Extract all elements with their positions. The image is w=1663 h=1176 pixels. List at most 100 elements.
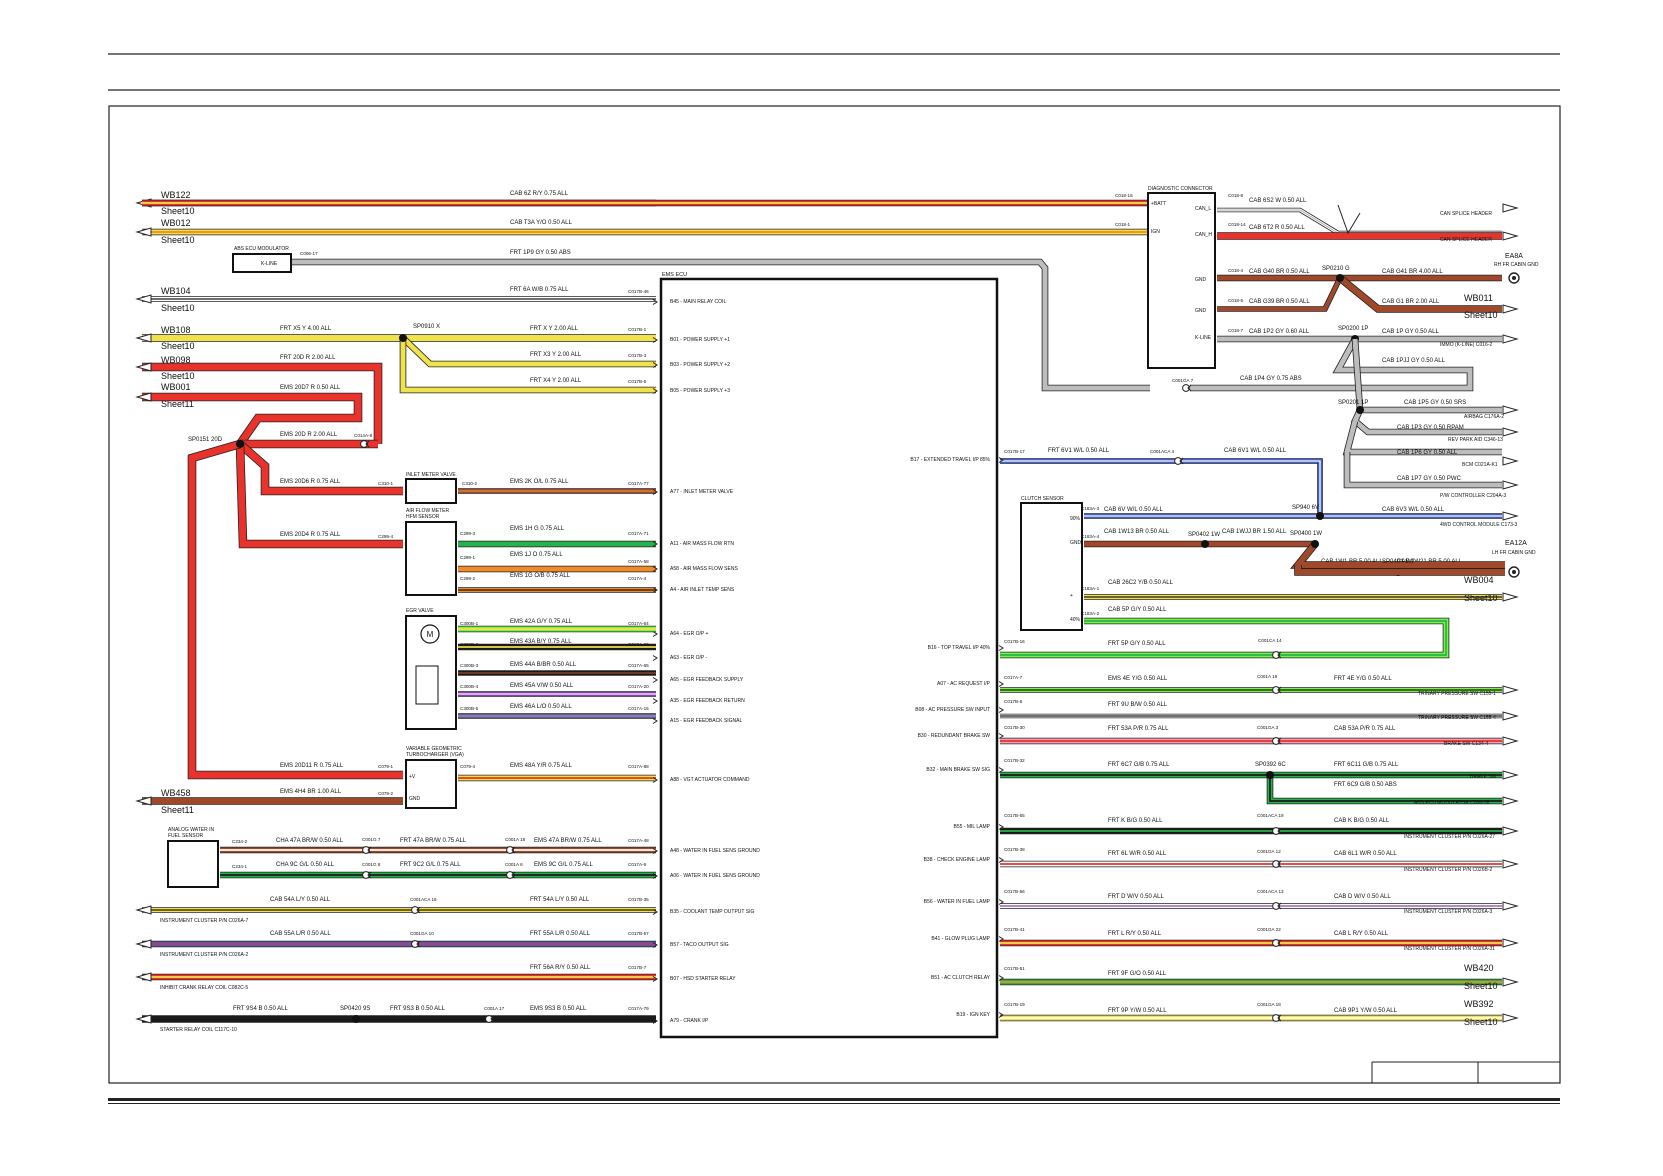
wire-label: FRT 53A P/R 0.75 ALL — [1108, 726, 1169, 732]
wire-6c9-stripe — [1269, 775, 1502, 802]
connector-label: C017B-56 — [1004, 889, 1025, 894]
pin-icon — [652, 655, 658, 661]
arrow-right-icon — [1502, 334, 1519, 344]
footer-rule — [108, 1098, 1560, 1101]
can-splice-glyph — [1337, 204, 1361, 235]
wire-label: FRT 9S3 B 0.50 ALL — [390, 1006, 445, 1012]
connector-label: C300B-5 — [460, 706, 479, 711]
ground-name: EA8A — [1505, 253, 1523, 260]
connector-label: C079-4 — [460, 764, 476, 769]
wire-label: FRT L R/Y 0.50 ALL — [1108, 931, 1162, 937]
arrow-right-icon — [1502, 796, 1519, 806]
pin-icon — [652, 299, 658, 305]
ecu-pin-left: A77 - INLET METER VALVE — [670, 489, 734, 495]
wire-label: FRT 47A BR/W 0.75 ALL — [400, 838, 467, 844]
wire-label: CAB D W/V 0.50 ALL — [1334, 894, 1391, 900]
connector-label: C001ACA 13 — [1257, 889, 1284, 894]
wire-label: CAB 6Z R/Y 0.75 ALL — [510, 191, 569, 197]
wire-x3 — [400, 335, 656, 368]
wire-label: FRT 9P Y/W 0.50 ALL — [1108, 1008, 1167, 1014]
connector-label: C017B-17 — [1004, 449, 1025, 454]
wire-label: FRT 20D R 2.00 ALL — [280, 355, 336, 361]
abs-title: ABS ECU MODULATOR — [234, 246, 289, 252]
left-ref-name: WB104 — [161, 286, 191, 296]
wire-label: EMS 1G O/B 0.75 ALL — [510, 573, 571, 579]
clutch-pin: 90% — [1070, 516, 1081, 522]
wire-label: CAB G1 BR 2.00 ALL — [1382, 299, 1440, 305]
wire-label: FRT 9U B/W 0.50 ALL — [1108, 702, 1168, 708]
dest-label: BCM C021A-K1 — [1462, 462, 1498, 468]
arrow-right-icon — [1502, 592, 1519, 602]
pin-icon — [652, 718, 658, 724]
left-ref-name: WB001 — [161, 382, 191, 392]
wire-label: FRT 1P9 GY 0.50 ABS — [510, 250, 571, 256]
connector-label: C017A-63 — [628, 642, 649, 647]
wire-label: EMS 2K O/L 0.75 ALL — [510, 479, 569, 485]
ecu-pin-left: A48 - WATER IN FUEL SENS GROUND — [670, 848, 760, 854]
connector-label: C017B-8 — [1004, 699, 1023, 704]
arrow-right-icon — [1502, 901, 1519, 911]
wire-label: EMS 46A L/O 0.50 ALL — [510, 704, 572, 710]
wire-label: CAB 6V W/L 0.50 ALL — [1104, 507, 1163, 513]
connector-label: C018-5 — [1228, 298, 1244, 303]
wire-label: CAB 54A L/Y 0.50 ALL — [270, 897, 331, 903]
splice-sp0151 — [236, 440, 244, 448]
wire-label: EMS 4H4 BR 1.00 ALL — [280, 789, 342, 795]
wire-label: FRT 6C11 G/B 0.75 ALL — [1334, 762, 1399, 768]
wire-x3 — [401, 336, 656, 367]
arrow-right-icon — [1502, 511, 1519, 521]
wire-label: EMS 20D11 R 0.75 ALL — [280, 763, 344, 769]
dest-label: REV PARK AID C346-13 — [1448, 437, 1503, 443]
left-ref-sheet: Sheet11 — [161, 399, 194, 409]
arrow-right-icon — [1502, 711, 1519, 721]
connector-label: C017B-16 — [1004, 639, 1025, 644]
connector-label: C017B-5 — [628, 379, 647, 384]
pin-icon — [998, 707, 1004, 713]
connector-label: C017B-38 — [1004, 847, 1025, 852]
ecu-pin-left: A63 - EGR O/P - — [670, 655, 707, 661]
connector-label: C300B-1 — [460, 621, 479, 626]
diag-pin: CAN_L — [1195, 206, 1211, 212]
connector-label: C001G 8 — [362, 862, 381, 867]
connector-label: C017B-57 — [628, 931, 649, 936]
pin-icon — [998, 645, 1004, 651]
splice-sp0910 — [399, 334, 407, 342]
wire-label: CAB 1WJJ BR 1.50 ALL — [1222, 529, 1287, 535]
connector-label: C183A-3 — [1081, 506, 1100, 511]
left-ref-sheet: Sheet10 — [161, 235, 195, 245]
dest-label: INSTRUMENT CLUSTER P/N C026A-3 — [1404, 909, 1492, 915]
right-ref-sheet: Sheet10 — [1464, 593, 1498, 603]
connector-label: C001ACA 4 — [1150, 449, 1174, 454]
right-ref-name: WB420 — [1464, 963, 1494, 973]
diag-pin: GND — [1195, 277, 1207, 283]
wire-label: CAB 1P5 GY 0.50 SRS — [1404, 400, 1466, 406]
ecu-pin-right: B51 - AC CLUTCH RELAY — [931, 975, 991, 981]
water-title: FUEL SENSOR — [168, 833, 203, 839]
ems-ecu-title: EMS ECU — [662, 272, 687, 278]
splice-sp0400 — [1311, 540, 1319, 548]
arrow-right-icon — [1502, 203, 1519, 213]
clutch-title: CLUTCH SENSOR — [1021, 496, 1064, 502]
wire-label: CAB 1W13 BR 0.50 ALL — [1104, 529, 1170, 535]
connector-label: C001ACA 19 — [1257, 813, 1284, 818]
ground-desc: LH FR CABIN GND — [1492, 550, 1536, 556]
egr-title: EGR VALVE — [406, 608, 434, 614]
connector-label: C017B-35 — [628, 897, 649, 902]
dest-label: ABS ECU MODULATOR C006-38 — [1414, 800, 1490, 806]
connector-label: C017A-79 — [628, 1006, 649, 1011]
wire-label: CAB 9P1 Y/W 0.50 ALL — [1334, 1008, 1398, 1014]
wire-label: FRT 6L W/R 0.50 ALL — [1108, 851, 1167, 857]
right-ref-sheet: Sheet10 — [1464, 1017, 1498, 1027]
connector-label: C017A-71 — [628, 531, 649, 536]
connector-label: C018-16 — [1115, 193, 1133, 198]
connector-label: C017A-4 — [628, 576, 647, 581]
ecu-pin-left: A35 - EGR FEEDBACK RETURN — [670, 698, 745, 704]
left-ref-name: WB122 — [161, 190, 191, 200]
ecu-pin-right: B38 - CHECK ENGINE LAMP — [924, 857, 991, 863]
connector-label: C234-1 — [232, 864, 248, 869]
connector-label: C001GA 10 — [410, 931, 434, 936]
arrow-right-icon — [1502, 770, 1519, 780]
wire-label: CAB 6S2 W 0.50 ALL — [1249, 198, 1307, 204]
wire-label: CAB 55A L/R 0.50 ALL — [270, 931, 331, 937]
connector-label: C183A-2 — [1081, 611, 1100, 616]
